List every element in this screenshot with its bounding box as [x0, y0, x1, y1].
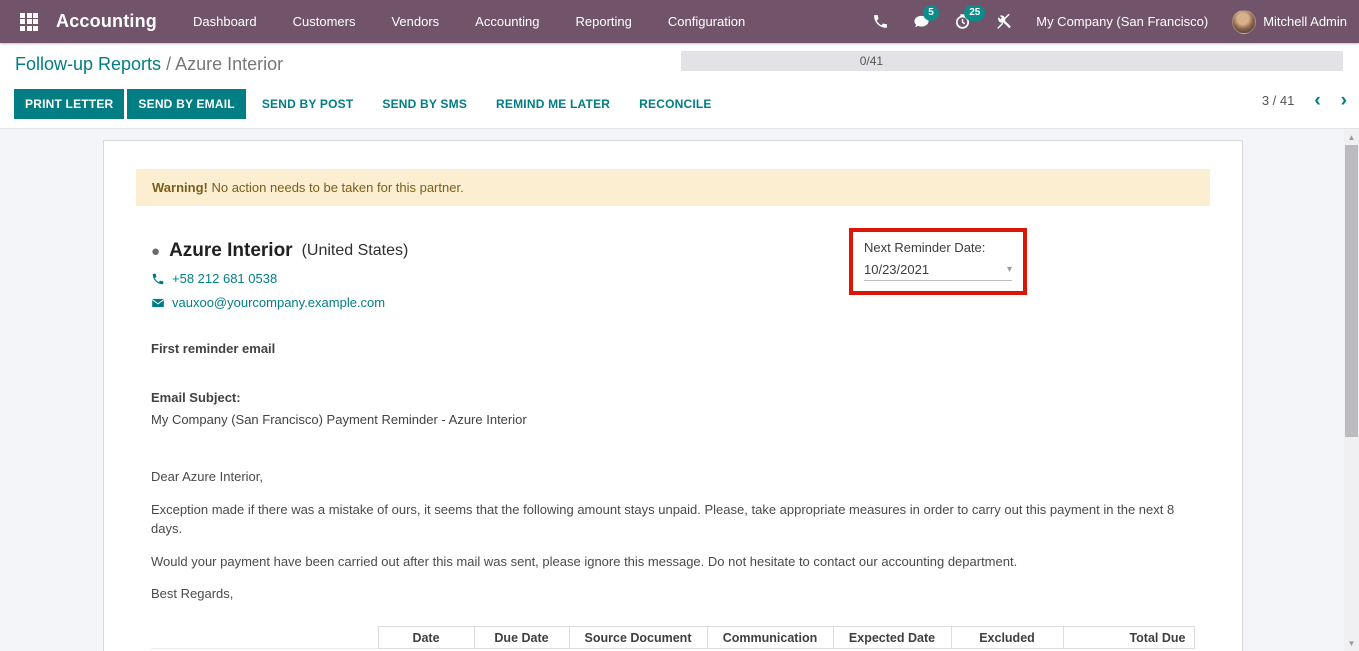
- email-body: Dear Azure Interior, Exception made if t…: [136, 468, 1210, 604]
- print-letter-button[interactable]: PRINT LETTER: [14, 89, 124, 119]
- phone-icon: [151, 272, 165, 286]
- send-by-post-button[interactable]: SEND BY POST: [249, 89, 367, 119]
- email-greeting: Dear Azure Interior,: [151, 468, 1196, 487]
- navbar-systray: 5 25 My Company (San Francisco) Mitchell…: [872, 10, 1347, 34]
- next-reminder-highlight-box: Next Reminder Date: 10/23/2021 ▾: [849, 228, 1027, 295]
- header-communication: Communication: [707, 627, 833, 649]
- scrollbar-thumb[interactable]: [1345, 145, 1358, 437]
- user-name: Mitchell Admin: [1263, 14, 1347, 29]
- pager-previous-icon[interactable]: ‹: [1314, 94, 1320, 108]
- partner-email[interactable]: vauxoo@yourcompany.example.com: [172, 295, 385, 310]
- email-paragraph-2: Would your payment have been carried out…: [151, 553, 1196, 572]
- company-switcher[interactable]: My Company (San Francisco): [1036, 14, 1208, 29]
- menu-vendors[interactable]: Vendors: [391, 1, 439, 42]
- partner-country: (United States): [302, 242, 409, 260]
- control-panel: Follow-up Reports / Azure Interior 0/41 …: [0, 43, 1359, 129]
- partner-status-dot: ●: [151, 243, 160, 260]
- top-navbar: Accounting Dashboard Customers Vendors A…: [0, 0, 1359, 43]
- breadcrumb-current: Azure Interior: [175, 54, 283, 74]
- messages-count-badge: 5: [923, 5, 939, 21]
- send-by-sms-button[interactable]: SEND BY SMS: [369, 89, 480, 119]
- email-subject-value: My Company (San Francisco) Payment Remin…: [151, 412, 1210, 427]
- progress-label: 0/41: [860, 54, 883, 68]
- next-reminder-date-select[interactable]: 10/23/2021 ▾: [864, 262, 1012, 281]
- user-avatar: [1232, 10, 1256, 34]
- remind-me-later-button[interactable]: REMIND ME LATER: [483, 89, 623, 119]
- email-paragraph-1: Exception made if there was a mistake of…: [151, 501, 1196, 539]
- partner-name: Azure Interior: [169, 240, 293, 262]
- next-reminder-date-value: 10/23/2021: [864, 262, 929, 277]
- email-meta: First reminder email Email Subject: My C…: [136, 341, 1210, 427]
- partner-phone-link[interactable]: +58 212 681 0538: [151, 271, 1210, 286]
- activities-clock-icon[interactable]: 25: [954, 13, 971, 30]
- header-excluded: Excluded: [951, 627, 1063, 649]
- header-empty: [151, 627, 378, 649]
- scroll-down-icon[interactable]: ▼: [1344, 637, 1359, 651]
- content-area: Warning! No action needs to be taken for…: [0, 129, 1359, 651]
- email-subject-label: Email Subject:: [151, 390, 1210, 405]
- warning-banner: Warning! No action needs to be taken for…: [136, 169, 1210, 206]
- menu-dashboard[interactable]: Dashboard: [193, 1, 257, 42]
- pager-value: 3 / 41: [1262, 93, 1295, 108]
- menu-accounting[interactable]: Accounting: [475, 1, 539, 42]
- activities-count-badge: 25: [964, 5, 985, 21]
- pager: 3 / 41 ‹ ›: [1262, 93, 1347, 108]
- tools-icon[interactable]: [995, 13, 1012, 30]
- followup-progressbar: 0/41: [681, 51, 1343, 71]
- user-menu[interactable]: Mitchell Admin: [1232, 10, 1347, 34]
- vertical-scrollbar[interactable]: ▲ ▼: [1344, 129, 1359, 651]
- chevron-down-icon: ▾: [1007, 264, 1012, 275]
- scroll-up-icon[interactable]: ▲: [1344, 131, 1359, 145]
- followup-report-sheet: Warning! No action needs to be taken for…: [103, 140, 1243, 651]
- reminder-level-label: First reminder email: [151, 341, 1210, 356]
- table-header-row: Date Due Date Source Document Communicat…: [151, 627, 1194, 649]
- breadcrumb-parent[interactable]: Follow-up Reports: [15, 54, 161, 74]
- action-buttons: PRINT LETTER SEND BY EMAIL SEND BY POST …: [14, 89, 725, 119]
- app-title[interactable]: Accounting: [56, 11, 157, 32]
- voip-phone-icon[interactable]: [872, 13, 889, 30]
- envelope-icon: [151, 296, 165, 310]
- partner-block: ● Azure Interior (United States) +58 212…: [136, 240, 1210, 310]
- warning-message: No action needs to be taken for this par…: [211, 180, 463, 195]
- partner-phone[interactable]: +58 212 681 0538: [172, 271, 277, 286]
- header-source-document: Source Document: [569, 627, 707, 649]
- next-reminder-label: Next Reminder Date:: [864, 240, 1012, 255]
- due-invoices-table: Date Due Date Source Document Communicat…: [151, 626, 1195, 651]
- menu-configuration[interactable]: Configuration: [668, 1, 745, 42]
- send-by-email-button[interactable]: SEND BY EMAIL: [127, 89, 245, 119]
- breadcrumb: Follow-up Reports / Azure Interior: [15, 54, 283, 75]
- header-total-due: Total Due: [1063, 627, 1194, 649]
- header-expected-date: Expected Date: [833, 627, 951, 649]
- menu-reporting[interactable]: Reporting: [576, 1, 632, 42]
- main-menu: Dashboard Customers Vendors Accounting R…: [193, 1, 745, 42]
- warning-title: Warning!: [152, 180, 208, 195]
- partner-email-link[interactable]: vauxoo@yourcompany.example.com: [151, 295, 1210, 310]
- apps-grid-icon[interactable]: [20, 13, 38, 31]
- menu-customers[interactable]: Customers: [293, 1, 356, 42]
- reconcile-button[interactable]: RECONCILE: [626, 89, 724, 119]
- pager-next-icon[interactable]: ›: [1341, 94, 1347, 108]
- breadcrumb-separator: /: [166, 54, 171, 74]
- header-due-date: Due Date: [474, 627, 569, 649]
- email-closing: Best Regards,: [151, 585, 1196, 604]
- header-date: Date: [378, 627, 474, 649]
- messages-icon[interactable]: 5: [913, 13, 930, 30]
